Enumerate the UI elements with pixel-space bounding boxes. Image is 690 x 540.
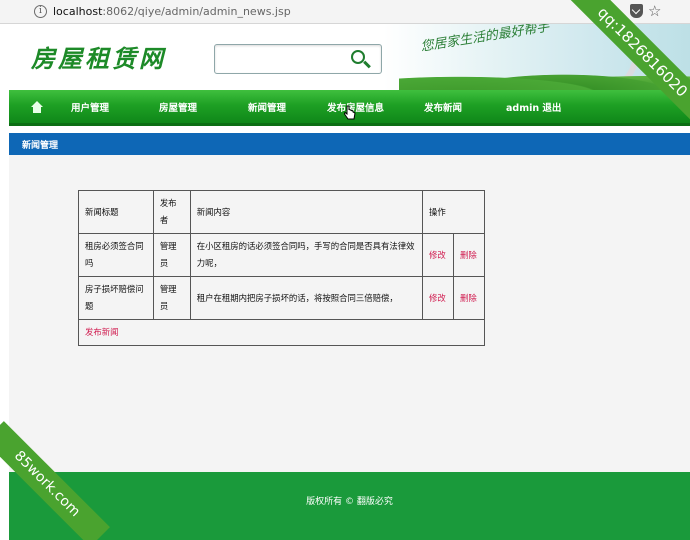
news-table: 新闻标题 发布者 新闻内容 操作 租房必须签合同吗 管理员 在小区租房的话必须签…: [78, 190, 485, 346]
table-footer-row: 发布新闻: [78, 319, 485, 346]
url-path: :8062/qiye/admin/admin_news.jsp: [102, 5, 291, 18]
nav-item-house-management[interactable]: 房屋管理: [159, 100, 197, 114]
header-actions: 操作: [422, 190, 485, 234]
nav-item-publish-news[interactable]: 发布新闻: [424, 100, 462, 114]
table-header-row: 新闻标题 发布者 新闻内容 操作: [78, 190, 485, 234]
cell-content: 在小区租房的话必须签合同吗，手写的合同是否具有法律效力呢，: [189, 233, 424, 277]
url-field[interactable]: localhost:8062/qiye/admin/admin_news.jsp: [53, 5, 291, 18]
nav-item-user-management[interactable]: 用户管理: [71, 100, 109, 114]
header-news-title: 新闻标题: [78, 190, 154, 234]
section-title-bar: 新闻管理: [9, 133, 690, 155]
table-row: 房子损坏赔偿问题 管理员 租户在租期内把房子损坏的话，将按照合同三倍赔偿， 修改…: [78, 276, 485, 320]
copyright-text: 版权所有 © 翻版必究: [306, 497, 393, 507]
table-row: 租房必须签合同吗 管理员 在小区租房的话必须签合同吗，手写的合同是否具有法律效力…: [78, 233, 485, 277]
nav-item-logout[interactable]: admin 退出: [506, 100, 561, 114]
search-icon[interactable]: [351, 50, 365, 64]
header-author: 发布者: [152, 190, 191, 234]
info-icon[interactable]: i: [34, 5, 47, 18]
search-input[interactable]: [214, 44, 382, 74]
cell-content: 租户在租期内把房子损坏的话，将按照合同三倍赔偿，: [189, 276, 424, 320]
add-news-link[interactable]: 发布新闻: [85, 327, 119, 337]
site-header: 房屋租赁网 您居家生活的最好帮手: [9, 24, 690, 90]
nav-item-news-management[interactable]: 新闻管理: [248, 100, 286, 114]
section-title: 新闻管理: [22, 141, 59, 151]
cell-news-title: 租房必须签合同吗: [78, 233, 154, 277]
edit-link[interactable]: 修改: [429, 250, 446, 260]
delete-link[interactable]: 删除: [460, 250, 477, 260]
header-content: 新闻内容: [189, 190, 424, 234]
edit-link[interactable]: 修改: [429, 293, 446, 303]
pocket-icon[interactable]: [630, 4, 643, 18]
home-icon[interactable]: [31, 101, 43, 113]
bookmark-star-icon[interactable]: ☆: [648, 1, 661, 21]
site-footer: 版权所有 © 翻版必究: [9, 472, 690, 540]
main-content: 新闻标题 发布者 新闻内容 操作 租房必须签合同吗 管理员 在小区租房的话必须签…: [9, 155, 690, 472]
cell-author: 管理员: [152, 276, 191, 320]
cell-author: 管理员: [152, 233, 191, 277]
site-logo[interactable]: 房屋租赁网: [31, 39, 166, 74]
cell-news-title: 房子损坏赔偿问题: [78, 276, 154, 320]
url-host: localhost: [53, 5, 103, 18]
delete-link[interactable]: 删除: [460, 293, 477, 303]
